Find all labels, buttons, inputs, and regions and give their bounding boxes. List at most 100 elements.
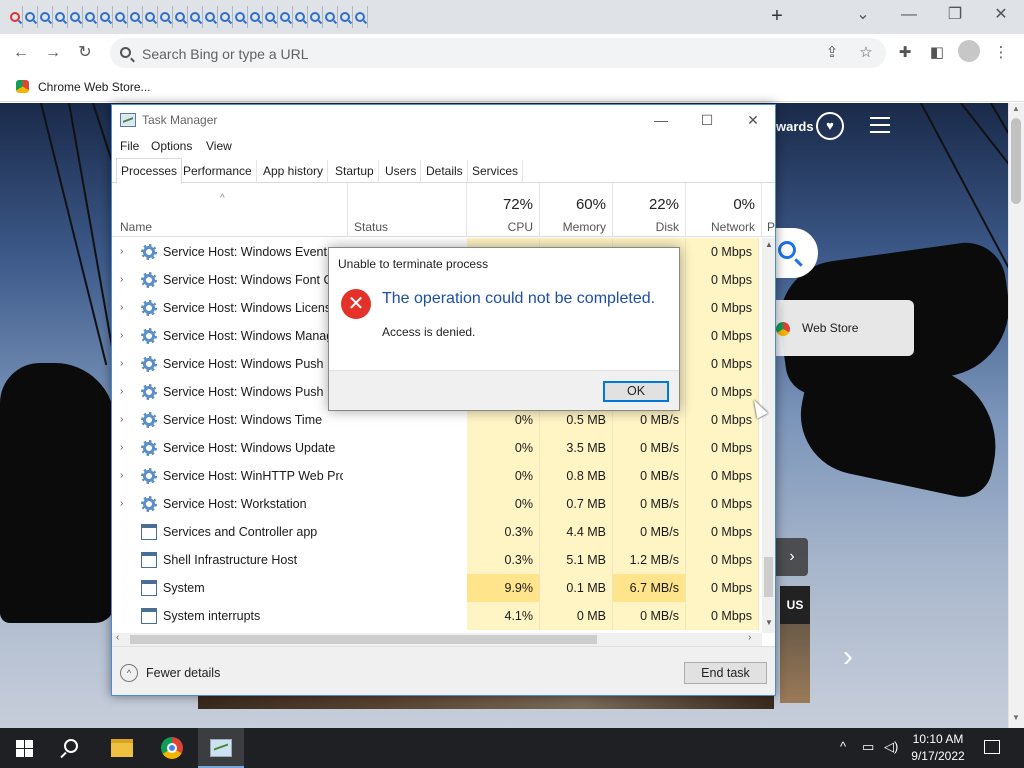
maximize-icon[interactable]: ☐ <box>684 107 730 133</box>
browser-tab[interactable] <box>128 6 143 28</box>
bookmark-chrome-web-store[interactable]: Chrome Web Store... <box>38 80 151 94</box>
table-row[interactable]: Services and Controller app 0.3% 4.4 MB 0 M… <box>112 518 762 546</box>
scroll-down-icon[interactable]: ▼ <box>1008 713 1024 727</box>
chevron-right-icon[interactable]: › <box>120 330 123 341</box>
browser-tab[interactable] <box>38 6 53 28</box>
address-bar[interactable]: Search Bing or type a URL ⇪ ☆ <box>110 38 886 68</box>
table-row[interactable]: › Service Host: Windows Update 0% 3.5 MB 0 M… <box>112 434 762 462</box>
browser-tab[interactable] <box>338 6 353 28</box>
quick-link-web-store[interactable]: Web Store <box>770 300 914 356</box>
menu-options[interactable]: Options <box>151 139 192 153</box>
forward-icon[interactable]: → <box>40 40 66 66</box>
chevron-right-icon[interactable]: › <box>120 414 123 425</box>
windows-start-icon[interactable] <box>16 740 33 757</box>
browser-tab[interactable] <box>23 6 38 28</box>
browser-tab[interactable] <box>203 6 218 28</box>
browser-tab[interactable] <box>113 6 128 28</box>
table-row[interactable]: › Service Host: Workstation 0% 0.7 MB 0 MB/s… <box>112 490 762 518</box>
fewer-details-link[interactable]: Fewer details <box>146 666 220 680</box>
close-icon[interactable]: ✕ <box>730 107 776 133</box>
restore-icon[interactable]: ❐ <box>938 3 972 27</box>
browser-tab[interactable] <box>83 6 98 28</box>
horizontal-scrollbar-thumb[interactable] <box>130 635 597 644</box>
browser-tab[interactable] <box>98 6 113 28</box>
notifications-icon[interactable] <box>984 740 1000 754</box>
minimize-icon[interactable]: — <box>638 107 684 133</box>
column-memory[interactable]: 60% Memory <box>540 183 613 237</box>
browser-tab[interactable] <box>263 6 278 28</box>
chevron-up-icon[interactable]: ^ <box>120 664 138 682</box>
task-manager-titlebar[interactable]: Task Manager — ☐ ✕ <box>112 105 775 135</box>
browser-tab[interactable] <box>188 6 203 28</box>
menu-view[interactable]: View <box>206 139 232 153</box>
share-icon[interactable]: ⇪ <box>822 43 842 63</box>
page-scrollbar-thumb[interactable] <box>1011 118 1021 204</box>
column-network[interactable]: 0% Network <box>686 183 762 237</box>
minimize-icon[interactable]: — <box>892 3 926 27</box>
table-row[interactable]: System 9.9% 0.1 MB 6.7 MB/s 0 Mbps <box>112 574 762 602</box>
chevron-right-icon[interactable]: › <box>120 498 123 509</box>
column-power-label[interactable]: P <box>767 220 775 234</box>
volume-icon[interactable]: ◁) <box>884 739 898 755</box>
reload-icon[interactable]: ↻ <box>72 40 98 66</box>
search-icon[interactable] <box>64 739 78 753</box>
network-icon[interactable]: ▭ <box>862 739 874 755</box>
news-thumbnail[interactable] <box>780 623 810 703</box>
column-name[interactable]: Name <box>112 183 348 237</box>
scroll-up-icon[interactable]: ▲ <box>763 240 775 249</box>
browser-tab[interactable] <box>143 6 158 28</box>
chevron-right-icon[interactable]: › <box>120 386 123 397</box>
chevron-right-icon[interactable]: › <box>776 538 808 576</box>
browser-tab[interactable] <box>233 6 248 28</box>
rewards-label[interactable]: wards <box>776 119 814 134</box>
vertical-scrollbar-thumb[interactable] <box>764 557 773 597</box>
browser-tab[interactable] <box>323 6 338 28</box>
end-task-button[interactable]: End task <box>684 662 767 684</box>
table-row[interactable]: System interrupts 4.1% 0 MB 0 MB/s 0 Mbps <box>112 602 762 630</box>
browser-tab[interactable] <box>218 6 233 28</box>
browser-tab[interactable] <box>53 6 68 28</box>
tab-app-history[interactable]: App history <box>259 160 329 183</box>
tab-performance[interactable]: Performance <box>179 160 257 183</box>
tab-users[interactable]: Users <box>381 160 422 183</box>
chevron-right-icon[interactable]: › <box>120 274 123 285</box>
chrome-menu-icon[interactable]: ⋮ <box>988 40 1014 66</box>
browser-tab[interactable] <box>68 6 83 28</box>
scroll-right-icon[interactable]: › <box>748 632 751 643</box>
chevron-right-icon[interactable]: › <box>120 442 123 453</box>
file-explorer-icon[interactable] <box>111 739 133 757</box>
region-tile[interactable]: US <box>780 586 810 624</box>
browser-tab[interactable] <box>353 6 368 28</box>
rewards-trophy-icon[interactable]: ♥ <box>816 112 844 140</box>
tab-search-icon[interactable]: ⌄ <box>846 3 880 27</box>
scroll-down-icon[interactable]: ▼ <box>763 618 775 627</box>
chevron-right-icon[interactable]: › <box>120 358 123 369</box>
back-icon[interactable]: ← <box>8 40 34 66</box>
browser-tab[interactable] <box>158 6 173 28</box>
chevron-right-icon[interactable]: › <box>120 470 123 481</box>
table-row[interactable]: › Service Host: WinHTTP Web Pro... 0% 0.8 M… <box>112 462 762 490</box>
scroll-left-icon[interactable]: ‹ <box>116 632 119 643</box>
chrome-icon[interactable] <box>161 737 183 759</box>
close-icon[interactable]: ✕ <box>984 3 1018 27</box>
chevron-up-icon[interactable]: ^ <box>840 739 846 754</box>
browser-tab[interactable] <box>293 6 308 28</box>
tab-processes[interactable]: Processes <box>116 158 183 184</box>
bookmark-star-icon[interactable]: ☆ <box>856 43 876 63</box>
chevron-right-icon[interactable]: › <box>120 246 123 257</box>
tab-startup[interactable]: Startup <box>331 160 379 183</box>
browser-tab[interactable] <box>173 6 188 28</box>
hamburger-menu-icon[interactable] <box>870 117 890 133</box>
column-status[interactable]: Status <box>348 183 467 237</box>
extensions-icon[interactable]: ✚ <box>892 40 918 66</box>
browser-tab[interactable] <box>278 6 293 28</box>
ok-button[interactable]: OK <box>603 381 669 402</box>
tab-details[interactable]: Details <box>422 160 468 183</box>
browser-tab[interactable] <box>248 6 263 28</box>
clock-time[interactable]: 10:10 AM <box>900 732 976 746</box>
clock-date[interactable]: 9/17/2022 <box>900 749 976 763</box>
side-panel-icon[interactable]: ◧ <box>924 40 950 66</box>
tab-services[interactable]: Services <box>468 160 524 183</box>
chevron-right-icon[interactable]: › <box>120 302 123 313</box>
chevron-right-icon[interactable]: › <box>836 637 860 677</box>
